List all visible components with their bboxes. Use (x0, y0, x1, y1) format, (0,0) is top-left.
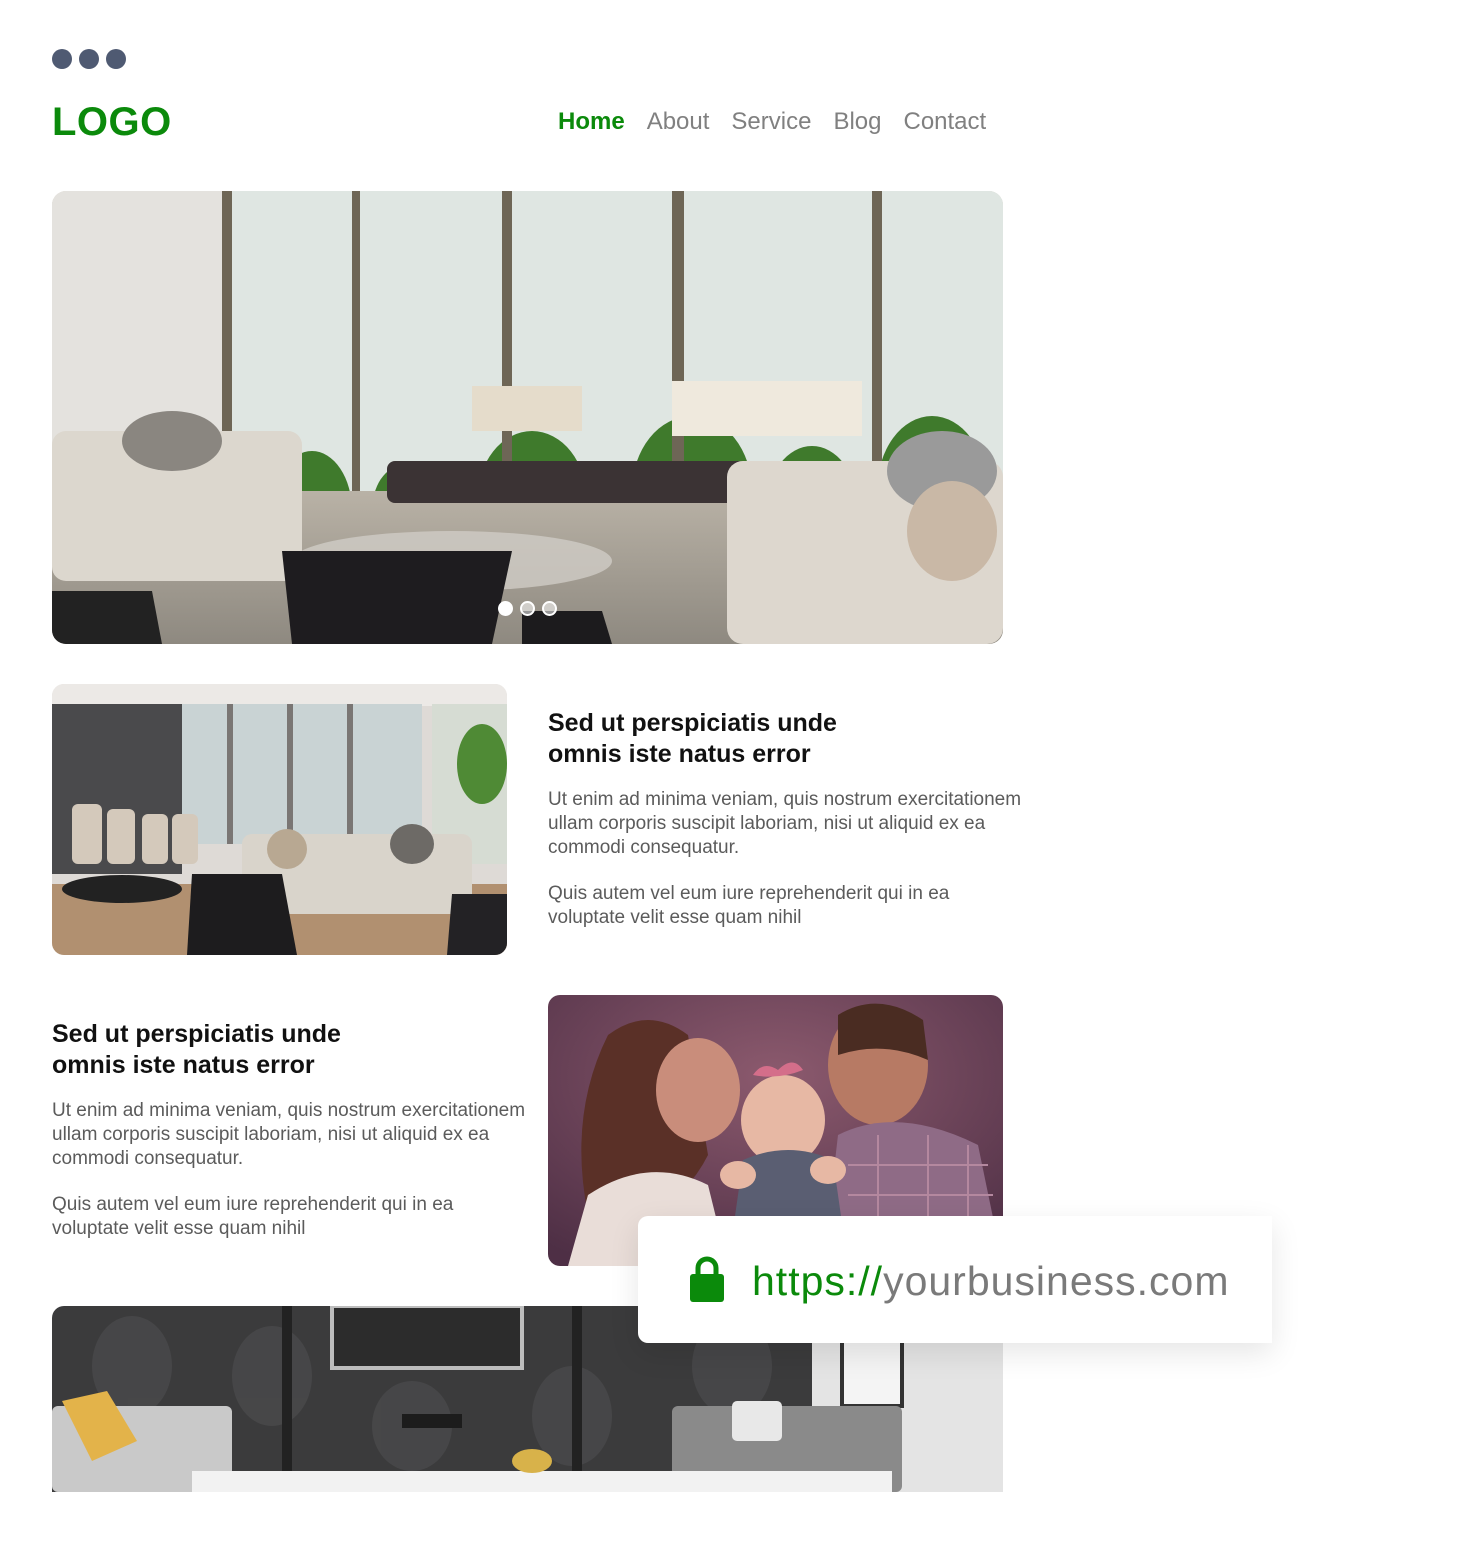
nav-contact[interactable]: Contact (903, 108, 986, 136)
slider-dot-2[interactable] (520, 601, 535, 616)
nav-home[interactable]: Home (558, 108, 625, 136)
lock-icon (690, 1256, 724, 1307)
url-bar[interactable]: https://yourbusiness.com (638, 1216, 1272, 1343)
site-logo[interactable]: LOGO (52, 100, 172, 145)
section-1-title-line1: Sed ut perspiciatis unde (548, 709, 837, 737)
window-dot-3[interactable] (106, 49, 126, 69)
hero-image (52, 191, 1003, 644)
url-text: https://yourbusiness.com (752, 1258, 1230, 1305)
section-1-text: Sed ut perspiciatis unde omnis iste natu… (548, 708, 1028, 952)
hero-slider[interactable] (52, 191, 1003, 644)
window-controls (52, 49, 126, 69)
slider-dot-3[interactable] (542, 601, 557, 616)
section-2-text: Sed ut perspiciatis unde omnis iste natu… (52, 1019, 532, 1263)
section-1-paragraph-2: Quis autem vel eum iure reprehenderit qu… (548, 883, 950, 928)
nav-blog[interactable]: Blog (833, 108, 881, 136)
section-1-image (52, 684, 507, 955)
section-2-paragraph-2: Quis autem vel eum iure reprehenderit qu… (52, 1194, 454, 1239)
section-2-title-line2: omnis iste natus error (52, 1051, 315, 1079)
nav-service[interactable]: Service (731, 108, 811, 136)
section-1-paragraph-1: Ut enim ad minima veniam, quis nostrum e… (548, 789, 1022, 858)
section-2-paragraph-1: Ut enim ad minima veniam, quis nostrum e… (52, 1100, 526, 1169)
main-nav: Home About Service Blog Contact (558, 108, 986, 136)
window-dot-1[interactable] (52, 49, 72, 69)
section-1-title: Sed ut perspiciatis unde omnis iste natu… (548, 708, 1028, 770)
window-dot-2[interactable] (79, 49, 99, 69)
section-1-title-line2: omnis iste natus error (548, 740, 811, 768)
slider-pagination (498, 601, 557, 616)
url-protocol: https:// (752, 1258, 884, 1304)
slider-dot-1[interactable] (498, 601, 513, 616)
section-2-title: Sed ut perspiciatis unde omnis iste natu… (52, 1019, 532, 1081)
nav-about[interactable]: About (647, 108, 710, 136)
url-domain: yourbusiness.com (883, 1258, 1230, 1304)
section-2-title-line1: Sed ut perspiciatis unde (52, 1020, 341, 1048)
